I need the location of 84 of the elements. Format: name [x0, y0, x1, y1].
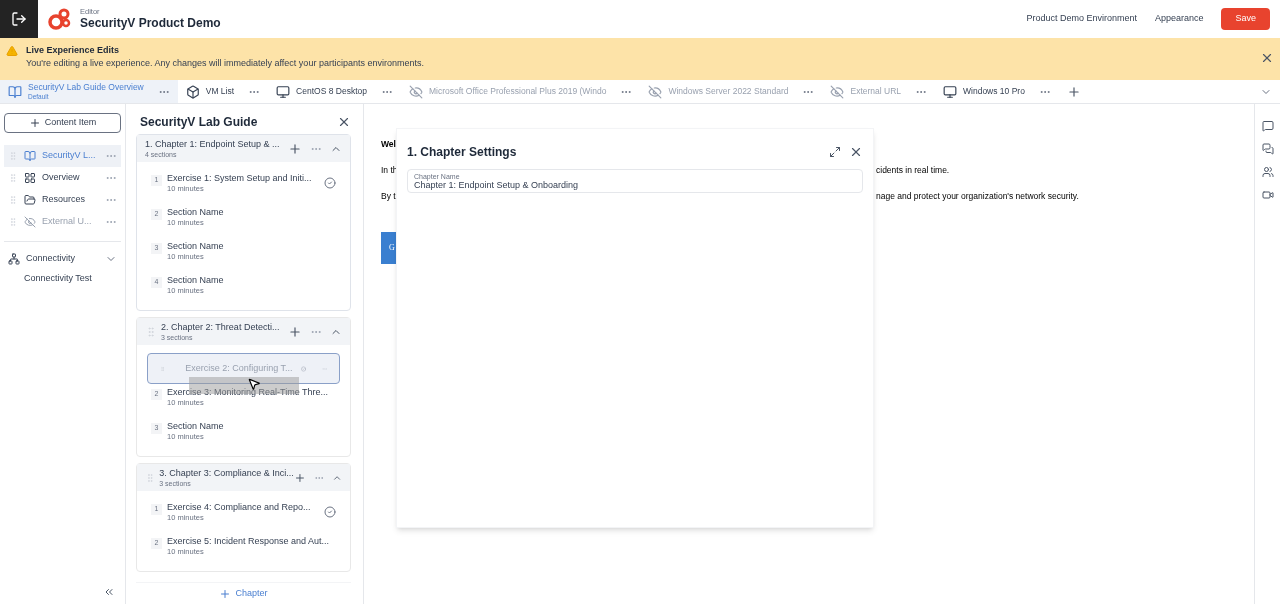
eye-off-icon	[648, 84, 663, 99]
section-name: Section Name	[167, 421, 225, 433]
section-name: Exercise 3: Monitoring Real-Time Thre...	[167, 387, 330, 399]
sidebar-item-label: Overview	[42, 171, 81, 185]
tab-label: External URL	[850, 87, 902, 96]
add-icon[interactable]	[288, 141, 302, 156]
sidebar-section[interactable]: Connectivity	[4, 250, 121, 268]
tab-label: Microsoft Office Professional Plus 2019 (Windo	[428, 87, 607, 96]
cube-icon	[185, 84, 200, 99]
sidebar-item-label: SecurityV L...	[42, 149, 97, 163]
plus-icon	[219, 587, 232, 600]
section-name: Exercise 1: System Setup and Initi...	[167, 173, 313, 185]
section-name: Exercise 2: Configuring T...	[185, 361, 293, 375]
logo-icon	[48, 7, 72, 31]
drag-handle-icon[interactable]	[8, 151, 18, 161]
monitor-icon	[943, 84, 958, 99]
collapse-icon[interactable]	[103, 586, 115, 598]
add-icon[interactable]	[288, 324, 302, 339]
tab[interactable]: Windows 10 Pro	[935, 80, 1059, 103]
check-icon	[324, 506, 336, 518]
eye-off-icon	[408, 84, 423, 99]
sidebar-subitem[interactable]: Connectivity Test	[4, 272, 121, 286]
drag-handle-icon[interactable]	[145, 325, 157, 338]
section-name: Exercise 4: Compliance and Repo...	[167, 502, 312, 514]
tab-label: Windows 10 Pro	[963, 87, 1025, 96]
close-icon[interactable]	[1260, 51, 1274, 65]
add-tab-icon[interactable]	[1066, 84, 1081, 99]
banner-title: Live Experience Edits	[26, 45, 121, 57]
tab-label: CentOS 8 Desktop	[296, 87, 367, 96]
eye-off-icon	[830, 84, 845, 99]
eye-off-icon	[24, 216, 36, 228]
sidebar-item[interactable]: SecurityV L...	[4, 145, 121, 167]
sidebar-item-label: Resources	[42, 193, 87, 207]
tab[interactable]: VM List	[177, 80, 269, 103]
sidebar-item-label: External U...	[42, 215, 93, 229]
content-text: Wel	[381, 138, 396, 151]
chat-icon[interactable]	[1261, 143, 1274, 155]
project-title: SecurityV Product Demo	[80, 16, 221, 32]
add-chapter-button[interactable]: Chapter	[136, 582, 351, 604]
chapter-name-input[interactable]: Chapter 1: Endpoint Setup & Onboarding	[414, 179, 856, 190]
section-name: Section Name	[167, 275, 225, 287]
tab-label: VM List	[205, 87, 235, 96]
warning-icon	[6, 45, 18, 57]
section-name: Exercise 5: Incident Response and Aut...	[167, 536, 331, 548]
header-link[interactable]: Appearance	[1154, 12, 1204, 26]
close-icon[interactable]	[337, 115, 351, 129]
monitor-icon	[276, 84, 291, 99]
book-icon	[8, 84, 22, 99]
panel-title: SecurityV Lab Guide	[140, 114, 259, 131]
plus-icon	[28, 117, 41, 129]
content-text: By t	[381, 190, 396, 203]
settings-title: 1. Chapter Settings	[407, 144, 518, 161]
content-text: nage and protect your organization's network security.	[876, 190, 1079, 203]
video-icon[interactable]	[1261, 189, 1274, 201]
exit-icon	[11, 11, 27, 27]
banner-message: You're editing a live experience. Any changes will immediately affect your participants environments.	[26, 58, 425, 70]
content-text: cidents in real time.	[876, 164, 950, 177]
tab[interactable]: CentOS 8 Desktop	[268, 80, 401, 103]
section-name: Section Name	[167, 241, 225, 253]
expand-icon[interactable]	[829, 146, 841, 158]
save-button[interactable]: Save	[1221, 8, 1270, 30]
comment-icon[interactable]	[1261, 120, 1274, 132]
chapter-title: 3. Chapter 3: Compliance & Inci...	[159, 468, 294, 478]
header-link[interactable]: Product Demo Environment	[1026, 12, 1137, 26]
chapter-title: 1. Chapter 1: Endpoint Setup & ...	[145, 139, 281, 149]
tab-label: Windows Server 2022 Standard	[668, 87, 789, 96]
check-icon	[324, 177, 336, 189]
content-button[interactable]: G	[381, 232, 396, 264]
grid-icon	[24, 172, 36, 184]
close-icon[interactable]	[849, 145, 863, 159]
section-name: Section Name	[167, 207, 225, 219]
book-icon	[24, 150, 36, 162]
tab-label: SecurityV Lab Guide Overview	[28, 83, 144, 92]
drag-handle-icon[interactable]	[8, 173, 18, 183]
add-content-item-button[interactable]: Content Item	[4, 113, 121, 133]
exit-button[interactable]	[0, 0, 38, 38]
drag-handle-icon[interactable]	[8, 195, 18, 205]
chapter-title: 2. Chapter 2: Threat Detecti...	[161, 322, 281, 332]
sidebar-item[interactable]: Overview	[4, 167, 121, 189]
sidebar-item[interactable]: Resources	[4, 189, 121, 211]
users-icon[interactable]	[1261, 166, 1274, 178]
network-icon	[8, 253, 20, 265]
folder-icon	[24, 194, 36, 206]
section-label: Connectivity	[26, 252, 77, 266]
